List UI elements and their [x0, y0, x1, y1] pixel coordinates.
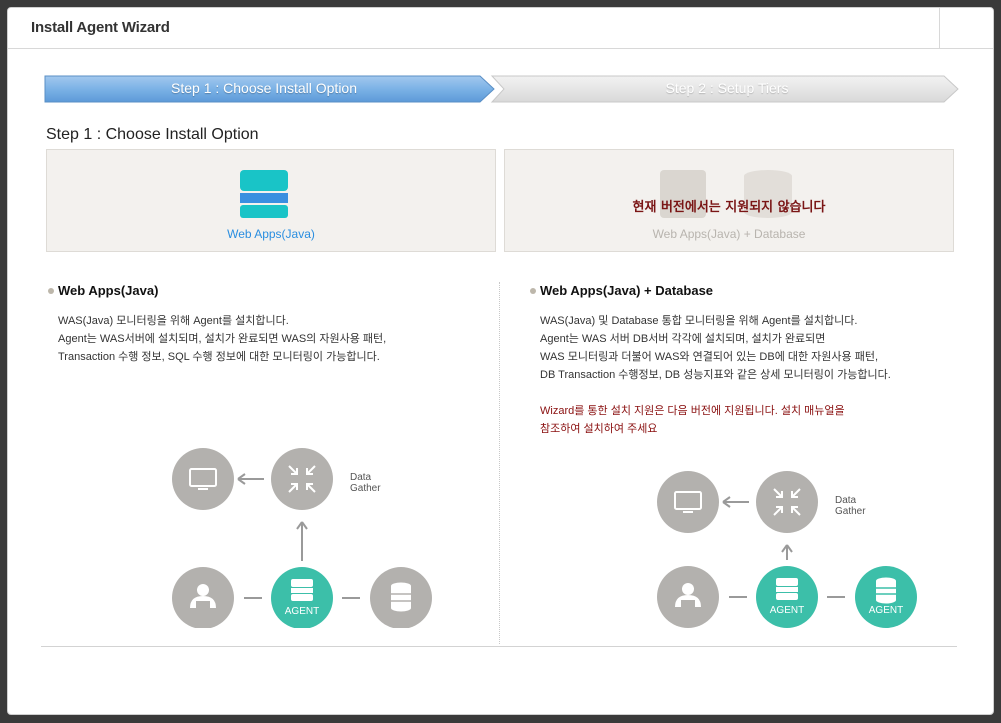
database-agent-node [855, 566, 917, 628]
option-caption: Web Apps(Java) [227, 227, 315, 241]
window-title: Install Agent Wizard [31, 19, 170, 36]
column-divider [499, 282, 500, 644]
agent-node [756, 566, 818, 628]
footer-divider [41, 646, 957, 647]
detail-heading: Web Apps(Java) [48, 283, 488, 298]
description-line: WAS(Java) 및 Database 통합 모니터링을 위해 Agent를 … [540, 315, 858, 327]
option-caption: Web Apps(Java) + Database [652, 227, 806, 241]
data-gather-label-line: Data [350, 472, 372, 483]
data-gather-label-line: Data [835, 495, 857, 506]
option-web-apps-java[interactable]: Web Apps(Java) [46, 149, 496, 252]
agent-label: AGENT [284, 606, 320, 617]
detail-heading: Web Apps(Java) + Database [530, 283, 970, 298]
description-line: WAS(Java) 모니터링을 위해 Agent를 설치합니다. [58, 315, 289, 327]
description-line: Agent는 WAS 서버 DB서버 각각에 설치되며, 설치가 완료되면 [540, 333, 826, 345]
database-agent-label: AGENT [868, 605, 904, 616]
title-bar-button-area[interactable] [939, 8, 993, 48]
detail-description: WAS(Java) 모니터링을 위해 Agent를 설치합니다. Agent는 … [48, 312, 488, 366]
detail-web-apps-java: Web Apps(Java) WAS(Java) 모니터링을 위해 Agent를… [48, 283, 488, 366]
unsupported-message: 현재 버전에서는 지원되지 않습니다 [632, 200, 826, 215]
note-line: 참조하여 설치하여 주세요 [540, 423, 658, 435]
user-node [172, 567, 234, 629]
description-line: Agent는 WAS서버에 설치되며, 설치가 완료되면 WAS의 자원사용 패… [58, 333, 387, 345]
server-stack-icon [240, 170, 288, 218]
user-node [657, 566, 719, 628]
agent-label: AGENT [769, 605, 805, 616]
monitor-node [172, 448, 234, 510]
option-web-apps-db: 현재 버전에서는 지원되지 않습니다 Web Apps(Java) + Data… [504, 149, 954, 252]
data-gather-label: Data Gather [350, 472, 381, 494]
step-indicator: Step 1 : Choose Install Option Step 2 : … [44, 75, 960, 103]
monitor-node [657, 471, 719, 533]
description-line: Transaction 수행 정보, SQL 수행 정보에 대한 모니터링이 가… [58, 351, 380, 363]
step-2-tab[interactable]: Step 2 : Setup Tiers [494, 80, 960, 96]
agent-node [271, 567, 333, 629]
detail-description: WAS(Java) 및 Database 통합 모니터링을 위해 Agent를 … [530, 312, 970, 384]
wizard-window: Install Agent Wizard Step 1 : Choose Ins… [7, 7, 994, 715]
description-line: DB Transaction 수행정보, DB 성능지표와 같은 상세 모니터링… [540, 369, 891, 381]
description-line: WAS 모니터링과 더불어 WAS와 연결되어 있는 DB에 대한 자원사용 패… [540, 351, 879, 363]
database-node [370, 567, 432, 629]
architecture-diagram-db: Data Gather AGENT AGENT [653, 471, 923, 651]
data-gather-label-line: Gather [350, 483, 381, 494]
architecture-diagram-java: Data Gather AGENT [168, 448, 438, 629]
detail-web-apps-db: Web Apps(Java) + Database WAS(Java) 및 Da… [530, 283, 970, 438]
title-bar: Install Agent Wizard [8, 8, 993, 49]
step-1-tab[interactable]: Step 1 : Choose Install Option [44, 80, 484, 96]
version-note: Wizard를 통한 설치 지원은 다음 버전에 지원됩니다. 설치 매뉴얼을 … [530, 402, 970, 438]
data-gather-label-line: Gather [835, 506, 866, 517]
data-gather-node [756, 471, 818, 533]
data-gather-node [271, 448, 333, 510]
section-title: Step 1 : Choose Install Option [46, 126, 259, 143]
data-gather-label: Data Gather [835, 495, 866, 517]
note-line: Wizard를 통한 설치 지원은 다음 버전에 지원됩니다. 설치 매뉴얼을 [540, 405, 845, 417]
